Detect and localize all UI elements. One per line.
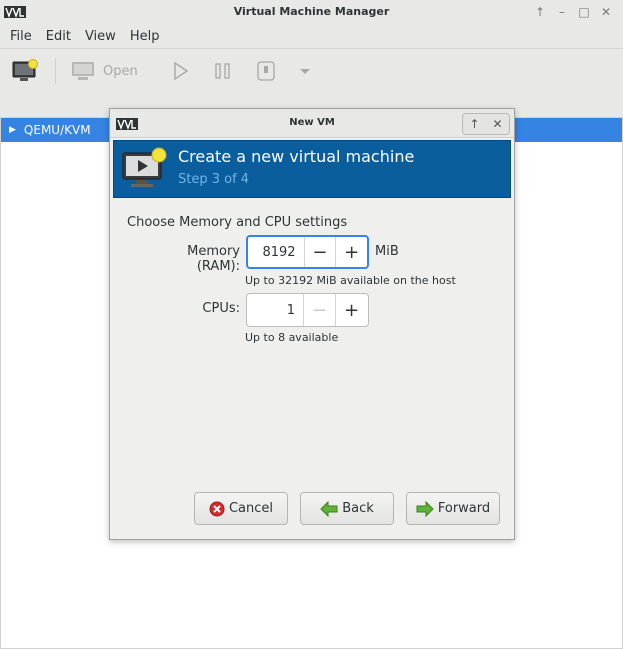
wizard-banner: Create a new virtual machine Step 3 of 4 [113,140,511,198]
menubar: File Edit View Help [0,25,623,49]
cancel-label: Cancel [228,501,274,516]
memory-increment-button[interactable]: + [335,237,367,267]
open-label: Open [103,63,138,79]
toolbar-separator [55,58,56,84]
window-controls: ↑ – □ ✕ [529,3,617,21]
forward-label: Forward [437,501,491,516]
shutdown-icon [257,61,275,81]
monitor-icon [72,62,94,80]
close-icon[interactable]: ✕ [595,3,617,21]
expander-icon[interactable]: ▶ [9,125,16,135]
memory-hint: Up to 32192 MiB available on the host [245,274,456,287]
cancel-icon [209,501,225,517]
menu-file[interactable]: File [3,29,39,44]
pause-button[interactable] [214,58,232,84]
menu-view[interactable]: View [78,29,123,44]
run-button[interactable] [172,58,190,84]
memory-input[interactable]: 8192 [248,237,304,267]
memory-label: Memory (RAM): [187,244,240,274]
new-vm-icon [122,147,167,187]
main-titlebar: Virtual Machine Manager ↑ – □ ✕ [0,0,623,25]
cpus-increment-button[interactable]: + [335,294,367,326]
new-vm-icon [12,59,38,81]
wizard-step: Step 3 of 4 [178,172,250,187]
cpus-label: CPUs: [202,301,240,316]
minimize-icon[interactable]: – [551,3,573,21]
forward-arrow-icon [416,500,434,517]
keep-above-icon[interactable]: ↑ [529,3,551,21]
menu-help[interactable]: Help [123,29,167,44]
maximize-icon[interactable]: □ [573,3,595,21]
chevron-down-icon [300,69,310,74]
shutdown-button[interactable] [256,58,276,84]
back-arrow-icon [320,500,338,517]
open-console-button[interactable]: Open [71,58,138,84]
dialog-titlebar: New VM ↑ ✕ [110,109,514,138]
connection-label: QEMU/KVM [23,123,91,137]
toolbar: Open [0,50,623,92]
menu-edit[interactable]: Edit [39,29,78,44]
dialog-title: New VM [289,117,335,128]
new-vm-dialog: New VM ↑ ✕ Create a new virtual machine … [109,108,515,540]
dialog-controls: ↑ ✕ [462,113,510,135]
memory-unit: MiB [375,244,399,259]
cpus-stepper[interactable]: 1 − + [246,293,369,327]
forward-button[interactable]: Forward [406,492,500,525]
new-vm-button[interactable] [12,58,40,84]
close-icon[interactable]: ✕ [492,117,502,131]
cpus-hint: Up to 8 available [245,331,339,344]
keep-above-icon[interactable]: ↑ [469,117,479,131]
memory-decrement-button[interactable]: − [303,237,336,267]
back-button[interactable]: Back [300,492,394,525]
memory-stepper[interactable]: 8192 − + [246,235,369,269]
cpus-decrement-button[interactable]: − [303,294,335,326]
play-icon [174,61,189,81]
section-title: Choose Memory and CPU settings [127,215,348,230]
cpus-input[interactable]: 1 [247,294,303,326]
back-label: Back [342,501,374,516]
wizard-heading: Create a new virtual machine [178,147,415,166]
pause-icon [215,63,230,79]
shutdown-menu-button[interactable] [298,58,312,84]
cancel-button[interactable]: Cancel [194,492,288,525]
